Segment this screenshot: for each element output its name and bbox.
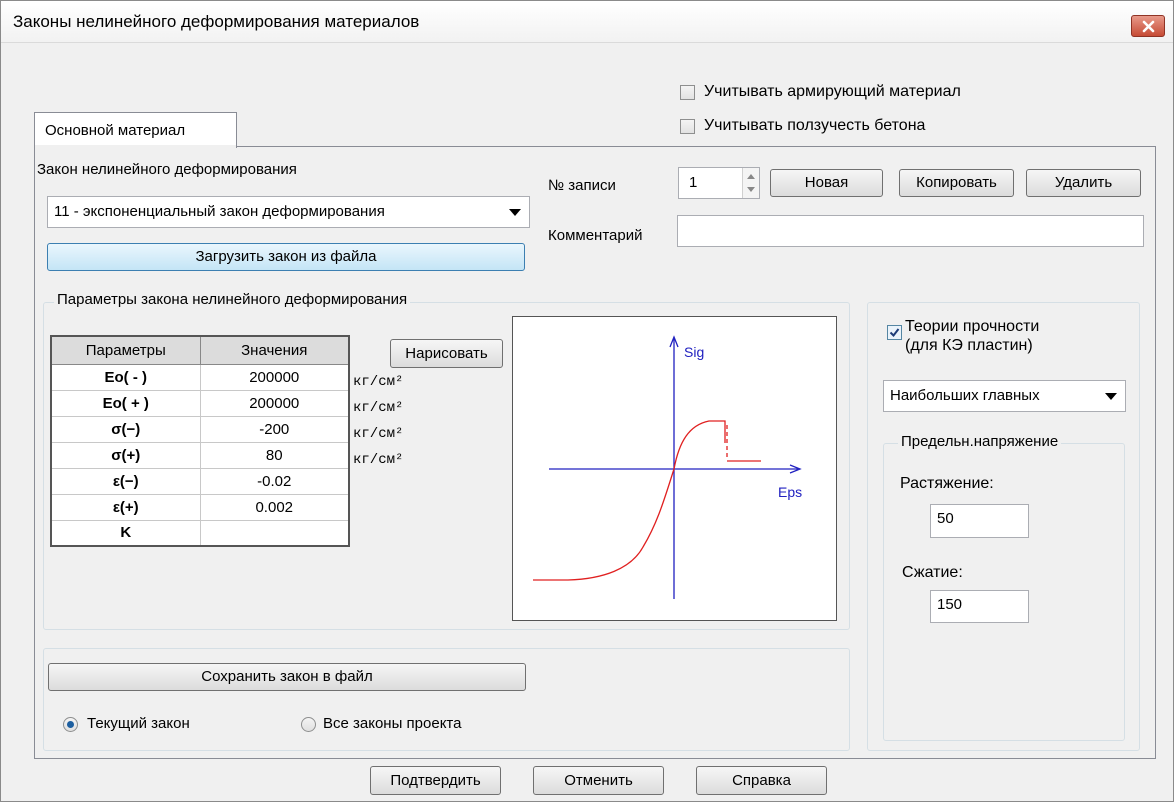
params-table[interactable]: Параметры Значения Eo( - ) 200000 Eo( + … <box>50 335 350 547</box>
compression-label: Сжатие: <box>902 564 963 581</box>
table-row[interactable]: Eo( + ) 200000 <box>50 389 350 417</box>
tension-label: Растяжение: <box>900 475 994 492</box>
window-title: Законы нелинейного деформирования матери… <box>13 12 420 31</box>
unit-label: кг/см² <box>353 374 404 390</box>
close-button[interactable] <box>1131 15 1165 37</box>
param-name: ε(+) <box>50 493 201 521</box>
param-name: σ(−) <box>50 415 201 443</box>
radio-all-laws-label: Все законы проекта <box>323 715 462 732</box>
radio-all-laws[interactable] <box>301 717 316 732</box>
table-row[interactable]: ε(−) -0.02 <box>50 467 350 495</box>
spinner-down-icon[interactable] <box>747 187 755 192</box>
reinforcing-label: Учитывать армирующий материал <box>704 83 961 100</box>
draw-button[interactable]: Нарисовать <box>390 339 503 368</box>
save-law-button[interactable]: Сохранить закон в файл <box>48 663 526 691</box>
help-button[interactable]: Справка <box>696 766 827 795</box>
params-header-value: Значения <box>199 335 350 365</box>
law-plot-svg: Sig Eps <box>533 335 802 599</box>
strength-theory-label: Теории прочности <box>905 318 1040 335</box>
copy-record-button[interactable]: Копировать <box>899 169 1014 197</box>
param-name: Eo( + ) <box>50 389 201 417</box>
unit-label: кг/см² <box>353 426 404 442</box>
param-value[interactable]: 0.002 <box>199 493 350 521</box>
param-value[interactable]: -200 <box>199 415 350 443</box>
units-column: кг/см² кг/см² кг/см² кг/см² <box>353 369 403 473</box>
table-row[interactable]: ε(+) 0.002 <box>50 493 350 521</box>
table-row[interactable]: Eo( - ) 200000 <box>50 363 350 391</box>
radio-current-law-label: Текущий закон <box>87 715 190 732</box>
param-value[interactable]: -0.02 <box>199 467 350 495</box>
spinner-arrows[interactable] <box>742 168 759 198</box>
title-bar: Законы нелинейного деформирования матери… <box>1 1 1173 43</box>
comment-label: Комментарий <box>548 227 643 244</box>
param-value[interactable]: 200000 <box>199 389 350 417</box>
table-row[interactable]: K <box>50 519 350 547</box>
creep-checkbox[interactable] <box>680 119 695 134</box>
param-name: ε(−) <box>50 467 201 495</box>
tab-main-material-label: Основной материал <box>45 122 186 139</box>
law-select[interactable]: 11 - экспоненциальный закон деформирован… <box>47 196 530 228</box>
reinforcing-checkbox[interactable] <box>680 85 695 100</box>
comment-input[interactable] <box>677 215 1144 247</box>
param-name: σ(+) <box>50 441 201 469</box>
record-number-value: 1 <box>689 174 698 191</box>
radio-current-law[interactable] <box>63 717 78 732</box>
param-name: Eo( - ) <box>50 363 201 391</box>
y-axis-label: Sig <box>684 344 704 360</box>
confirm-button[interactable]: Подтвердить <box>370 766 501 795</box>
tab-joint <box>35 145 236 148</box>
law-group-label: Закон нелинейного деформирования <box>37 161 297 178</box>
table-row[interactable]: σ(−) -200 <box>50 415 350 443</box>
theory-select-value: Наибольших главных <box>890 387 1040 404</box>
new-record-button[interactable]: Новая <box>770 169 883 197</box>
params-header-row: Параметры Значения <box>50 335 350 365</box>
delete-record-button[interactable]: Удалить <box>1026 169 1141 197</box>
dialog-window: Законы нелинейного деформирования матери… <box>0 0 1174 802</box>
limit-stress-label: Предельн.напряжение <box>898 433 1062 450</box>
compression-input[interactable]: 150 <box>930 590 1029 623</box>
law-curve-positive <box>673 420 726 470</box>
tension-input[interactable]: 50 <box>930 504 1029 538</box>
tab-main-material[interactable]: Основной материал <box>34 112 237 148</box>
params-header-name: Параметры <box>50 335 201 365</box>
param-value[interactable]: 80 <box>199 441 350 469</box>
spinner-up-icon[interactable] <box>747 174 755 179</box>
cancel-button[interactable]: Отменить <box>533 766 664 795</box>
strength-theory-checkbox[interactable] <box>887 325 902 340</box>
unit-label: кг/см² <box>353 452 404 468</box>
record-number-spinner[interactable]: 1 <box>678 167 760 199</box>
load-law-button[interactable]: Загрузить закон из файла <box>47 243 525 271</box>
table-row[interactable]: σ(+) 80 <box>50 441 350 469</box>
params-group-label: Параметры закона нелинейного деформирова… <box>54 291 411 308</box>
law-select-value: 11 - экспоненциальный закон деформирован… <box>54 203 385 220</box>
theory-select[interactable]: Наибольших главных <box>883 380 1126 412</box>
param-value[interactable]: 200000 <box>199 363 350 391</box>
creep-label: Учитывать ползучесть бетона <box>704 117 926 134</box>
chevron-down-icon <box>1105 393 1117 400</box>
checkmark-icon <box>889 328 900 338</box>
record-label: № записи <box>548 177 616 194</box>
x-axis-label: Eps <box>778 484 802 500</box>
close-icon <box>1142 20 1155 33</box>
param-name: K <box>50 519 201 547</box>
strength-theory-sublabel: (для КЭ пластин) <box>905 337 1033 354</box>
unit-label: кг/см² <box>353 400 404 416</box>
chevron-down-icon <box>509 209 521 216</box>
law-plot: Sig Eps <box>512 316 837 621</box>
param-value[interactable] <box>199 519 350 547</box>
law-curve-negative <box>533 468 675 581</box>
